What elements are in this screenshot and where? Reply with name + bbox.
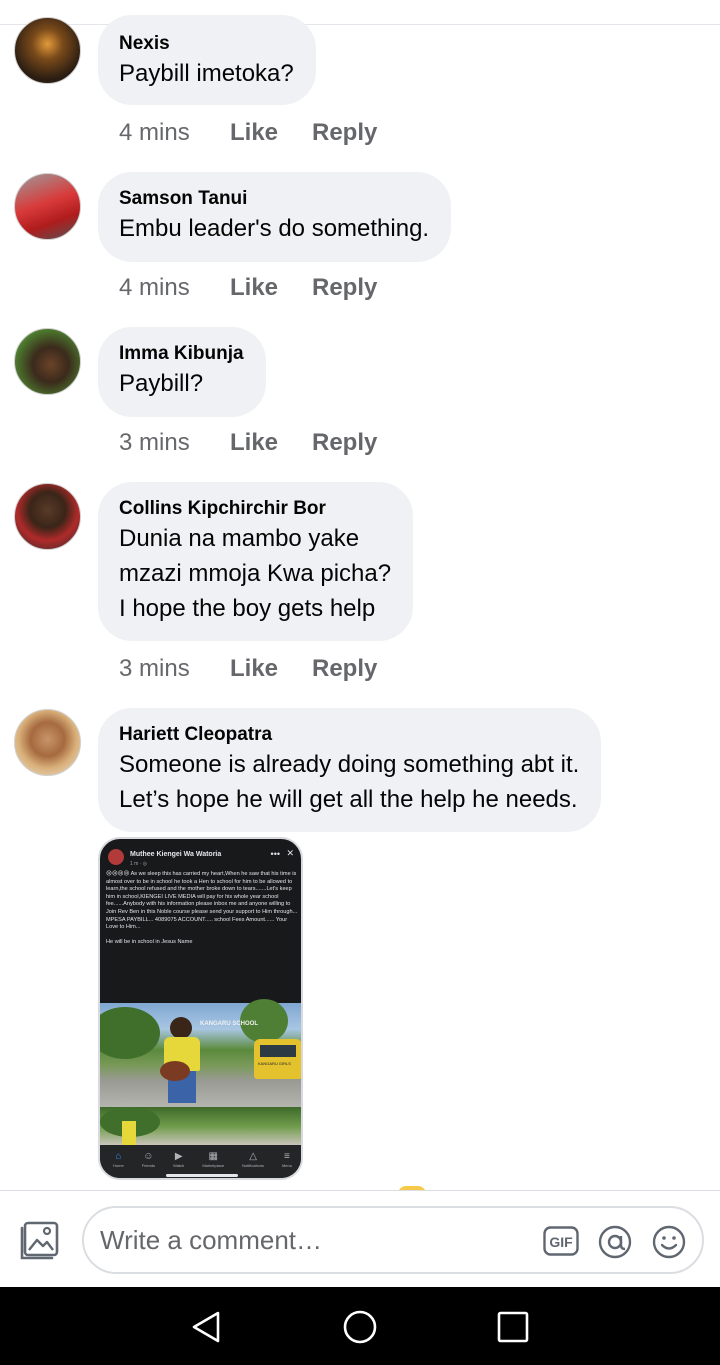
attachment-photo-2 xyxy=(100,1107,301,1145)
comment-meta: 3 mins Like Reply xyxy=(119,654,377,684)
friends-icon: ☺ xyxy=(143,1151,154,1162)
person-shirt xyxy=(122,1121,136,1145)
globe-icon: ◎ xyxy=(142,861,148,867)
comment-meta: 4 mins Like Reply xyxy=(119,118,377,148)
attachment-photo: KANGARU SCHOOL KANGARU GIRLS xyxy=(100,999,301,1107)
recents-button[interactable] xyxy=(493,1307,533,1347)
nav-menu: ≡ Menu xyxy=(281,1151,292,1168)
reply-button[interactable]: Reply xyxy=(312,429,377,457)
attachment-avatar xyxy=(108,849,124,865)
recents-square-icon xyxy=(497,1311,529,1343)
svg-text:GIF: GIF xyxy=(549,1234,573,1250)
comment-bubble[interactable]: Nexis Paybill imetoka? xyxy=(98,15,316,105)
avatar[interactable] xyxy=(14,709,81,776)
reply-button[interactable]: Reply xyxy=(312,655,377,683)
attachment-post-author: Muthee Kiengei Wa Watoria xyxy=(130,851,222,858)
comment-composer: GIF xyxy=(0,1190,720,1287)
comment-author[interactable]: Hariett Cleopatra xyxy=(119,723,579,747)
comment-time[interactable]: 4 mins xyxy=(119,274,230,302)
home-icon: ⌂ xyxy=(115,1151,122,1162)
back-triangle-icon xyxy=(192,1311,220,1343)
comment-text: Someone is already doing something abt i… xyxy=(119,751,580,813)
comment-bubble[interactable]: Samson Tanui Embu leader's do something. xyxy=(98,172,452,262)
watch-icon: ▶ xyxy=(174,1151,183,1162)
more-icon: ••• xyxy=(270,849,280,859)
gif-icon: GIF xyxy=(543,1226,579,1256)
photo-icon xyxy=(20,1221,59,1260)
gif-button[interactable]: GIF xyxy=(543,1226,579,1256)
attachment-post-time: 1 m · ◎ xyxy=(130,861,148,867)
close-icon: ✕ xyxy=(286,848,294,858)
attachment-post-text: 😢😢😢😢 As we sleep this has carried my hea… xyxy=(106,871,298,946)
comment-bubble[interactable]: Collins Kipchirchir Bor Dunia na mambo y… xyxy=(98,482,414,641)
reply-button[interactable]: Reply xyxy=(312,119,377,147)
menu-icon: ≡ xyxy=(284,1151,290,1162)
comment-author[interactable]: Imma Kibunja xyxy=(119,342,244,366)
comment-time[interactable]: 3 mins xyxy=(119,429,230,457)
comment-meta: 3 mins Like Reply xyxy=(119,428,377,458)
reply-button[interactable]: Reply xyxy=(312,274,377,302)
avatar[interactable] xyxy=(14,483,81,550)
school-sign: KANGARU SCHOOL xyxy=(200,1021,258,1027)
comment-author[interactable]: Nexis xyxy=(119,32,294,56)
tree-shape xyxy=(100,1007,160,1059)
avatar[interactable] xyxy=(14,328,81,395)
hen-shape xyxy=(160,1061,190,1081)
bus-label: KANGARU GIRLS xyxy=(258,1061,291,1066)
home-circle-icon xyxy=(343,1310,377,1344)
comment-text: Dunia na mambo yake mzazi mmoja Kwa pich… xyxy=(119,525,392,622)
avatar[interactable] xyxy=(14,17,81,84)
comment-bubble[interactable]: Imma Kibunja Paybill? xyxy=(98,327,266,417)
comment-text: Paybill? xyxy=(119,370,204,397)
emoji-button[interactable] xyxy=(651,1224,687,1260)
comment-time[interactable]: 4 mins xyxy=(119,119,230,147)
avatar[interactable] xyxy=(14,173,81,240)
like-button[interactable]: Like xyxy=(230,119,312,147)
comment-text: Embu leader's do something. xyxy=(119,215,430,242)
comment-input-container: GIF xyxy=(82,1206,704,1274)
back-button[interactable] xyxy=(186,1307,226,1347)
comment-meta: 4 mins Like Reply xyxy=(119,273,377,303)
at-sign-icon xyxy=(598,1225,632,1259)
smiley-icon xyxy=(652,1225,686,1259)
bell-icon: △ xyxy=(249,1151,257,1162)
comment-text: Paybill imetoka? xyxy=(119,60,294,87)
comment-author[interactable]: Collins Kipchirchir Bor xyxy=(119,497,391,521)
attachment-post-header: Muthee Kiengei Wa Watoria 1 m · ◎ ••• ✕ xyxy=(108,848,296,867)
nav-home: ⌂ Home xyxy=(113,1151,124,1168)
system-navigation-bar xyxy=(0,1287,720,1365)
marketplace-icon: ▦ xyxy=(208,1151,218,1162)
nav-notifications: △ Notifications xyxy=(242,1151,264,1168)
comment-time[interactable]: 3 mins xyxy=(119,655,230,683)
mention-button[interactable] xyxy=(597,1224,633,1260)
photo-attach-button[interactable] xyxy=(18,1218,62,1262)
like-button[interactable]: Like xyxy=(230,274,312,302)
like-button[interactable]: Like xyxy=(230,429,312,457)
comment-image-attachment[interactable]: Muthee Kiengei Wa Watoria 1 m · ◎ ••• ✕ … xyxy=(98,837,303,1180)
attachment-post-paragraph2: He will be in school in Jesus Name xyxy=(106,938,193,945)
comment-bubble[interactable]: Hariett Cleopatra Someone is already doi… xyxy=(98,708,602,832)
attachment-post-paragraph: 😢😢😢😢 As we sleep this has carried my hea… xyxy=(106,871,298,931)
comment-author[interactable]: Samson Tanui xyxy=(119,187,429,211)
nav-friends: ☺ Friends xyxy=(141,1151,156,1168)
person-head xyxy=(170,1017,192,1039)
comment-input[interactable] xyxy=(100,1218,530,1262)
home-button[interactable] xyxy=(340,1307,380,1347)
school-bus: KANGARU GIRLS xyxy=(254,1039,301,1079)
home-indicator xyxy=(166,1174,238,1177)
like-button[interactable]: Like xyxy=(230,655,312,683)
